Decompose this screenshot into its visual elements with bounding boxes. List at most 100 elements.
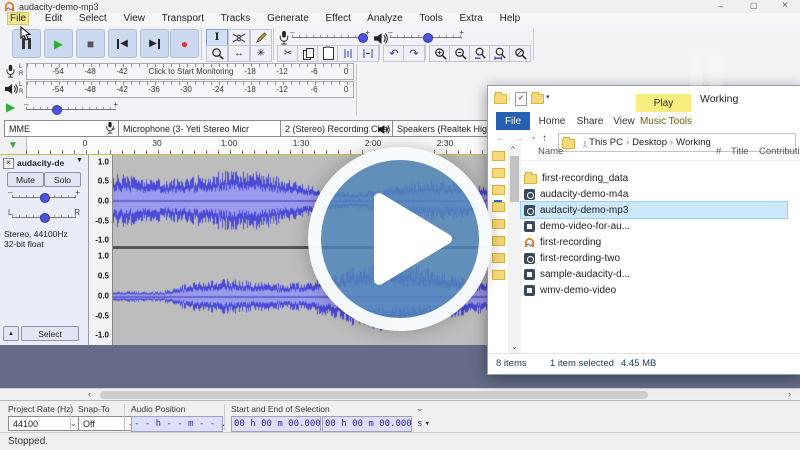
video-play-overlay[interactable] — [308, 147, 492, 331]
properties-icon[interactable]: ✔ — [515, 92, 527, 106]
folder-icon[interactable] — [492, 202, 505, 212]
select-track-button[interactable]: Select — [21, 326, 79, 341]
play-button[interactable]: ▶ — [44, 29, 73, 58]
minimize-icon[interactable]: – — [718, 1, 723, 11]
close-icon[interactable]: × — [782, 0, 788, 11]
scrollbar-thumb[interactable] — [100, 391, 648, 399]
tab-music-tools[interactable]: Music Tools — [638, 112, 694, 130]
fit-selection-button[interactable] — [469, 45, 491, 62]
timeline-options-button[interactable]: ▼ — [0, 137, 27, 154]
skip-to-end-button[interactable]: ▶ — [140, 29, 169, 58]
folder-icon[interactable] — [492, 151, 505, 161]
folder-icon[interactable] — [492, 270, 505, 280]
scroll-down-icon[interactable]: ⌄ — [511, 342, 518, 351]
mute-button[interactable]: Mute — [7, 172, 44, 187]
draw-tool-button[interactable] — [250, 29, 272, 46]
recording-volume-thumb[interactable] — [358, 33, 368, 43]
collapse-track-button[interactable]: ▲ — [3, 326, 19, 341]
file-row[interactable]: audacity-demo-m4a — [521, 186, 787, 202]
zoom-out-button[interactable] — [449, 45, 471, 62]
file-row[interactable]: first-recording-two — [521, 250, 787, 266]
gain-slider[interactable]: – + — [12, 191, 76, 203]
menu-file[interactable]: File — [8, 13, 28, 24]
menu-select[interactable]: Select — [79, 13, 107, 24]
multi-tool-button[interactable]: ✳ — [250, 45, 272, 62]
forward-icon[interactable]: → — [514, 133, 524, 144]
folder-icon[interactable] — [492, 219, 505, 229]
explorer-nav-scrollbar[interactable]: ^ ⌄ — [508, 144, 521, 354]
menu-tools[interactable]: Tools — [419, 13, 442, 24]
gain-thumb[interactable] — [40, 193, 50, 203]
file-row[interactable]: first-recording_data — [521, 170, 787, 186]
copy-button[interactable] — [297, 45, 319, 62]
nav-scroll-thumb[interactable] — [510, 156, 519, 202]
scroll-left-icon[interactable]: ‹ — [88, 389, 91, 399]
recent-locations-icon[interactable]: ⌄ — [530, 132, 537, 141]
file-row[interactable]: first-recording — [521, 234, 787, 250]
menu-help[interactable]: Help — [500, 13, 521, 24]
tab-view[interactable]: View — [609, 112, 639, 130]
file-row[interactable]: sample-audacity-d... — [521, 266, 787, 282]
file-row-selected[interactable]: audacity-demo-mp3 — [521, 202, 787, 218]
play-at-speed-button[interactable]: ▶ — [6, 100, 15, 114]
playback-volume-thumb[interactable] — [423, 33, 433, 43]
maximize-icon[interactable]: ▢ — [750, 1, 758, 10]
playback-meter[interactable]: -54 -48 -42 -36 -30 -24 -18 -12 -6 0 — [26, 81, 354, 98]
folder-icon[interactable] — [492, 253, 505, 263]
close-track-button[interactable]: × — [3, 158, 14, 169]
dropdown-icon[interactable]: ▾ — [425, 419, 430, 429]
monitor-hint[interactable]: Click to Start Monitoring — [149, 67, 234, 76]
selection-start-display[interactable]: 00 h 00 m 00.000 s▾ — [231, 416, 321, 432]
file-row[interactable]: demo-video-for-au... — [521, 218, 787, 234]
undo-button[interactable]: ↶ — [383, 45, 405, 62]
column-contributing[interactable]: Contributing — [759, 146, 800, 157]
silence-audio-button[interactable] — [357, 45, 379, 62]
tab-file[interactable]: File — [496, 112, 530, 130]
pan-slider[interactable]: L R — [12, 211, 76, 223]
menu-effect[interactable]: Effect — [326, 13, 351, 24]
column-name[interactable]: Name — [538, 146, 563, 157]
selection-end-display[interactable]: 00 h 00 m 00.000 s▾ — [322, 416, 412, 432]
playback-volume-slider[interactable]: – + — [390, 31, 462, 43]
vertical-ruler[interactable]: 1.0 0.5 0.0 -0.5 -1.0 1.0 0.5 0.0 -0.5 -… — [88, 155, 113, 345]
pan-thumb[interactable] — [40, 213, 50, 223]
tab-home[interactable]: Home — [536, 112, 568, 130]
chevron-down-icon[interactable]: ⌄ — [416, 403, 424, 414]
skip-to-start-button[interactable]: ◀ — [108, 29, 137, 58]
menu-tracks[interactable]: Tracks — [221, 13, 251, 24]
column-title[interactable]: Title — [731, 146, 749, 157]
tab-share[interactable]: Share — [574, 112, 606, 130]
timeshift-tool-button[interactable]: ↔ — [228, 45, 250, 62]
scroll-right-icon[interactable]: › — [788, 389, 791, 399]
selection-tool-button[interactable]: I — [206, 29, 228, 46]
paste-button[interactable] — [317, 45, 339, 62]
envelope-tool-button[interactable] — [228, 29, 250, 46]
up-icon[interactable]: ↑ — [542, 133, 547, 144]
redo-button[interactable]: ↷ — [403, 45, 425, 62]
stop-button[interactable]: ■ — [76, 29, 105, 58]
recording-device-select[interactable]: Microphone (3- Yeti Stereo Micr⌄ — [118, 120, 296, 137]
cut-button[interactable]: ✂ — [277, 45, 299, 62]
folder-icon[interactable] — [492, 185, 505, 195]
zoom-tool-button[interactable] — [206, 45, 228, 62]
record-button[interactable]: ● — [170, 29, 199, 58]
menu-extra[interactable]: Extra — [460, 13, 483, 24]
track-name[interactable]: audacity-de — [17, 158, 64, 168]
menu-edit[interactable]: Edit — [45, 13, 62, 24]
play-speed-slider[interactable]: – + — [26, 103, 116, 115]
audio-host-select[interactable]: MME⌄ — [4, 120, 120, 137]
play-speed-thumb[interactable] — [52, 105, 62, 115]
zoom-toggle-button[interactable] — [509, 45, 531, 62]
recording-meter[interactable]: -54 -48 -42 Click to Start Monitoring -1… — [26, 63, 354, 80]
zoom-in-button[interactable] — [429, 45, 451, 62]
column-number[interactable]: # — [716, 146, 721, 157]
fit-project-button[interactable] — [489, 45, 511, 62]
menu-transport[interactable]: Transport — [162, 13, 204, 24]
tab-play[interactable]: Play — [636, 94, 691, 112]
scroll-up-icon[interactable]: ^ — [511, 145, 515, 154]
snap-to-select[interactable]: Off⌄ — [78, 416, 138, 431]
folder-icon[interactable] — [492, 236, 505, 246]
track-menu-icon[interactable]: ▼ — [76, 157, 83, 164]
recording-volume-slider[interactable]: – + — [292, 31, 368, 43]
file-row[interactable]: wmv-demo-video — [521, 282, 787, 298]
